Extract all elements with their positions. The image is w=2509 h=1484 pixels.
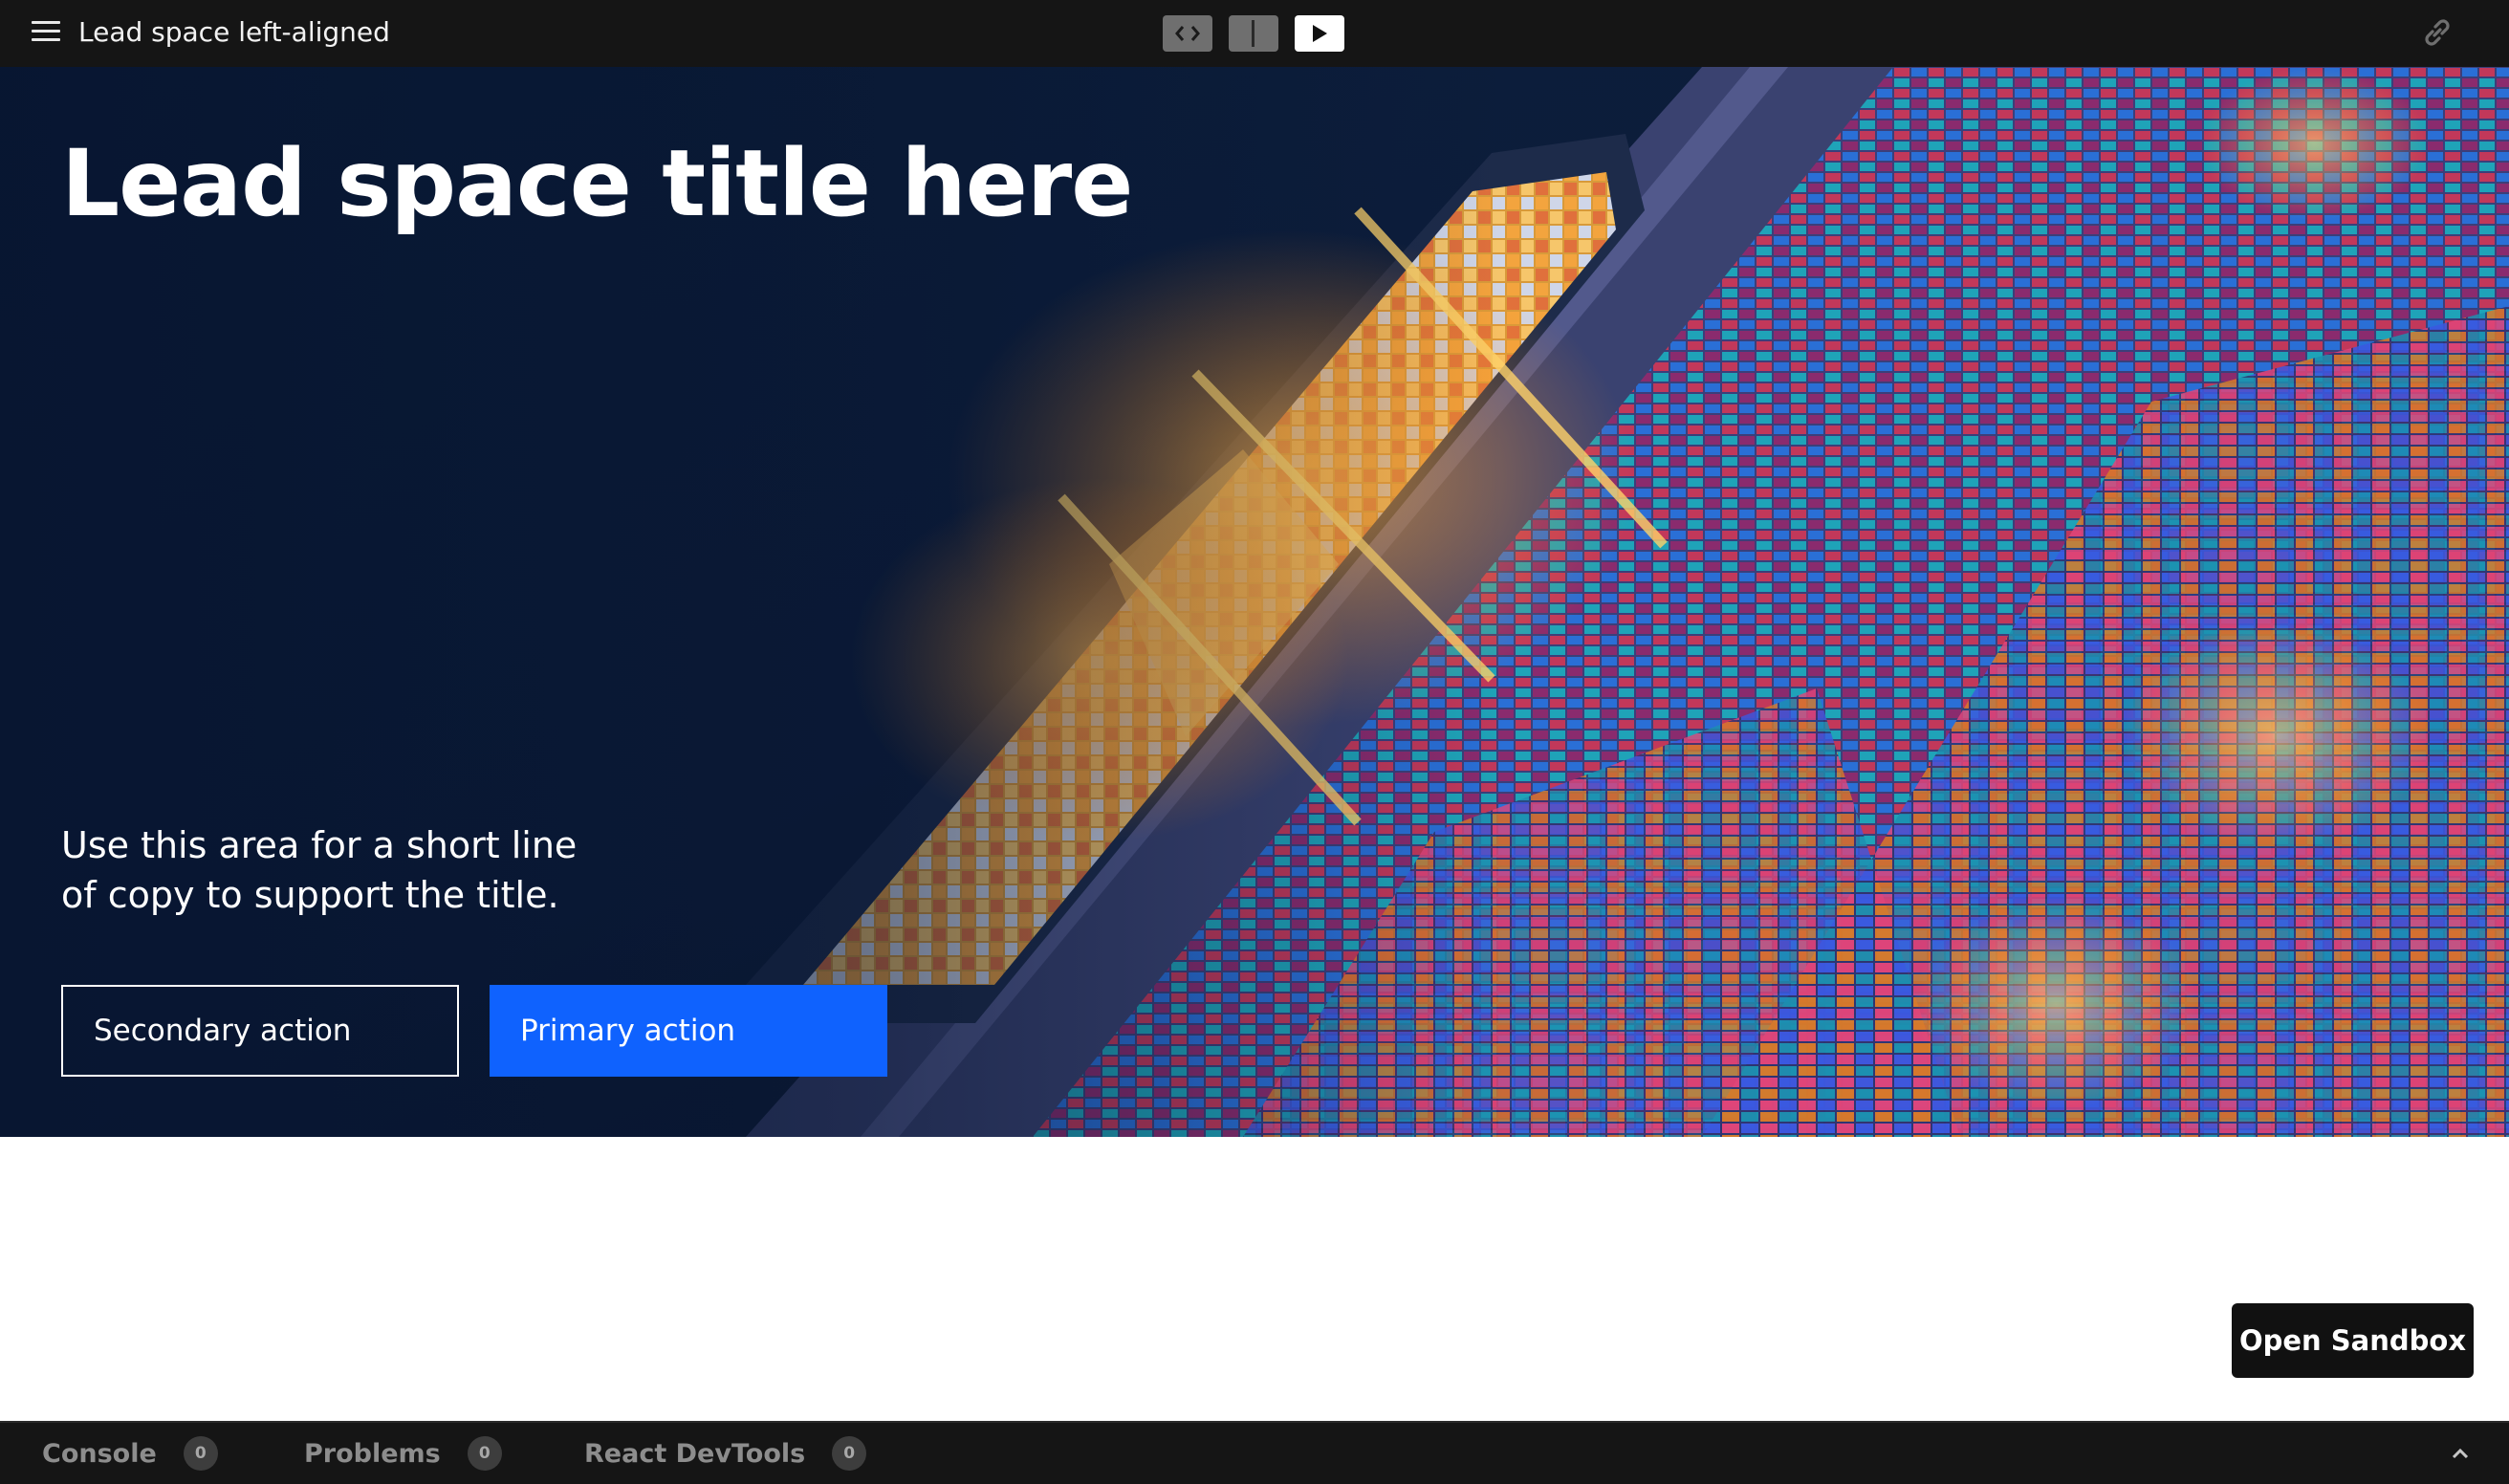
primary-action-button[interactable]: Primary action (490, 985, 887, 1077)
secondary-action-button[interactable]: Secondary action (61, 985, 459, 1077)
code-view-button[interactable] (1163, 15, 1212, 52)
console-count-badge: 0 (183, 1436, 218, 1471)
tab-problems[interactable]: Problems 0 (304, 1423, 502, 1484)
play-icon (1313, 25, 1327, 42)
lead-space-title: Lead space title here (61, 130, 1133, 237)
react-devtools-count-badge: 0 (832, 1436, 867, 1471)
tab-console[interactable]: Console 0 (42, 1423, 218, 1484)
sandbox-title: Lead space left-aligned (78, 16, 390, 48)
link-icon[interactable] (2420, 15, 2454, 50)
secondary-action-label: Secondary action (94, 1014, 352, 1048)
devtools-bar: Console 0 Problems 0 React DevTools 0 (0, 1421, 2509, 1484)
chevron-up-icon[interactable] (2450, 1444, 2471, 1463)
tab-console-label: Console (42, 1438, 157, 1469)
sandbox-toolbar: Lead space left-aligned (0, 0, 2509, 67)
open-sandbox-label: Open Sandbox (2238, 1324, 2467, 1357)
lead-space: Lead space title here Use this area for … (0, 67, 2509, 1137)
tab-problems-label: Problems (304, 1438, 441, 1469)
tab-react-devtools[interactable]: React DevTools 0 (584, 1423, 867, 1484)
split-view-icon (1252, 20, 1254, 47)
lead-space-copy: Use this area for a short line of copy t… (61, 824, 578, 916)
primary-action-label: Primary action (520, 1014, 736, 1048)
preview-view-button[interactable] (1295, 15, 1344, 52)
problems-count-badge: 0 (467, 1436, 502, 1471)
tab-react-devtools-label: React DevTools (584, 1438, 806, 1469)
open-sandbox-button[interactable]: Open Sandbox (2232, 1303, 2474, 1378)
split-view-button[interactable] (1229, 15, 1278, 52)
code-icon (1175, 26, 1200, 41)
hamburger-menu-icon[interactable] (32, 21, 60, 44)
